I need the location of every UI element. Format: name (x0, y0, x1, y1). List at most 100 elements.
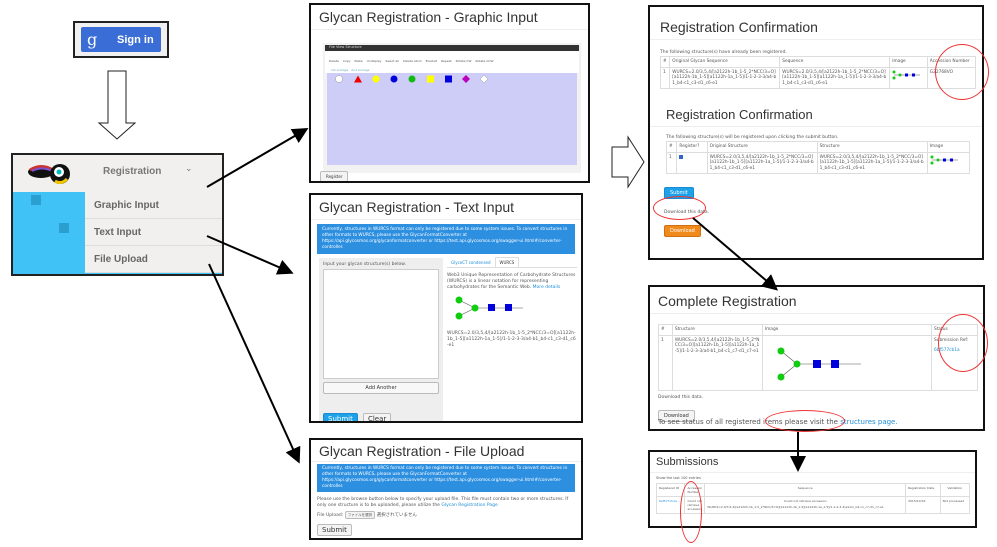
col-validation: Validation (939, 483, 971, 497)
info-alert: Currently, structures in WURCS format ca… (317, 464, 575, 492)
register-checkbox[interactable] (676, 151, 708, 174)
google-g-icon: g (87, 30, 98, 49)
sign-in-frame: g Sign in (73, 21, 169, 58)
complete-registration-screenshot: Complete Registration # Structure Image Sta… (648, 285, 985, 431)
add-another-button[interactable]: Add Another (323, 382, 439, 394)
menu-item-text-input[interactable]: Text Input (85, 219, 222, 246)
glycan-structure-image (455, 296, 523, 320)
background-pattern (31, 195, 41, 205)
cell: WURCS=2.0/3,5,4/[a2122h-1b_1-5_2*NCC/3=O… (779, 66, 891, 89)
cell: 1 (658, 334, 673, 391)
sign-in-label: Sign in (117, 33, 154, 46)
tool-select-all[interactable]: Select all (385, 59, 399, 67)
complete-table: # Structure Image Status 1 WURCS=2.0/3,5,4/[… (658, 324, 978, 391)
entries-note: Show the last 100 entries (656, 476, 701, 480)
hollow-down-arrow-icon (97, 70, 137, 140)
table-row: 1 WURCS=2.0/3,5,4/[a2122h-1b_1-5_2*NCC/3=… (659, 66, 977, 89)
sequence-text: WURCS=2.0/3,5,4/[a2122h-1b_1-5_2*NCC/3=O… (707, 505, 884, 509)
table-row: 6af577cb1a... Could not retrieve accessio… (655, 496, 971, 514)
cell: Could not retrieve accession WURCS=2.0/3,… (704, 496, 907, 514)
table-header: # Register? Original Structure Structure Ima… (665, 141, 971, 153)
tool-undisplay[interactable]: Undisplay (367, 59, 382, 67)
tool-rotate-cw[interactable]: Rotate CW (456, 59, 472, 67)
clear-button[interactable]: Clear (362, 413, 392, 421)
registration-menu-toggle[interactable]: Registration (103, 166, 161, 177)
yellow-square-icon (427, 75, 434, 83)
cell: 1 (665, 151, 678, 174)
col-sequence: Sequence (704, 483, 907, 497)
header-bar: Registration ⌄ (13, 155, 222, 192)
highlight-status (938, 314, 988, 372)
tab-glycoct[interactable]: GlycoCT condensed (447, 258, 495, 267)
red-triangle-icon (354, 75, 362, 83)
menu-file[interactable]: File (329, 45, 335, 49)
glycan-textarea[interactable] (323, 269, 439, 379)
cell: 1 (659, 66, 671, 89)
submissions-table: Registered ID Accession Number Sequence Reg… (655, 483, 971, 514)
glycan-thumbnail (926, 151, 971, 174)
structures-page-link[interactable]: structures page. (840, 418, 897, 426)
cell: WURCS=2.0/3,5,4/[a2122h-1b_1-5_2*NCC/3=O… (816, 151, 928, 174)
menu-item-graphic-input[interactable]: Graphic Input (85, 192, 222, 219)
table-row: 1 WURCS=2.0/3,5,4/[a2122h-1b_1-5_2*NCC/3=… (658, 334, 978, 391)
cell: Not processed (939, 496, 971, 514)
col-image: Image (926, 141, 971, 153)
editor-toolbar: Delete Copy Paste Undisplay Select all Delete… (325, 51, 579, 67)
highlight-submit (653, 196, 706, 220)
tool-rotate-ccw[interactable]: Rotate CCW (476, 59, 494, 67)
wurcs-example: WURCS=2.0/3,5,4/[a2122h-1b_1-5_2*NCC/3=O… (447, 331, 576, 348)
download-note: Download this data. (658, 394, 704, 400)
more-details-link[interactable]: More details (533, 285, 561, 290)
tool-delete[interactable]: Delete (329, 59, 339, 67)
highlight-accession-number (935, 44, 989, 100)
glycan-registration-page-link[interactable]: Glycan Registration Page (441, 503, 497, 508)
chevron-down-icon[interactable]: ⌄ (185, 164, 193, 174)
col-date: Registration Date (905, 483, 941, 497)
tab-2nd-linkage[interactable]: 2nd Linkage (351, 68, 369, 72)
tool-delete-atom[interactable]: Delete atom (403, 59, 422, 67)
col-number: # (658, 324, 673, 336)
col-structure: Structure (816, 141, 928, 153)
tool-copy[interactable]: Copy (343, 59, 351, 67)
choose-file-button[interactable]: ファイルを選択 (344, 511, 376, 519)
tool-repeat[interactable]: Repeat (441, 59, 452, 67)
registered-table: # Original Glycan Sequence Sequence Image Ac… (659, 56, 977, 89)
download-button[interactable]: Download (664, 225, 701, 237)
col-structure: Structure (671, 324, 763, 336)
tab-1st-linkage[interactable]: 1st Linkage (331, 68, 348, 72)
hollow-right-arrow-icon (611, 135, 645, 189)
menu-item-file-upload[interactable]: File Upload (85, 246, 222, 273)
submit-button[interactable]: Submit (317, 524, 352, 536)
registration-confirmation-screenshot: Registration Confirmation The following … (648, 5, 984, 260)
yellow-circle-icon (372, 75, 380, 83)
tool-bracket[interactable]: Bracket (426, 59, 437, 67)
col-register: Register? (676, 141, 708, 153)
editor: File View Structure Delete Copy Paste Undis… (323, 43, 581, 173)
page-title: Registration Confirmation (650, 7, 982, 40)
register-button[interactable]: Register (320, 171, 349, 181)
tool-paste[interactable]: Paste (354, 59, 362, 67)
page-title: Glycan Registration - Graphic Input (311, 5, 588, 30)
menu-view[interactable]: View (336, 45, 344, 49)
col-sequence: Sequence (779, 56, 891, 68)
will-register-note: The following structure(s) will be regis… (666, 135, 839, 140)
pending-table: # Register? Original Structure Structure Ima… (665, 141, 971, 174)
menu-structure[interactable]: Structure (345, 45, 361, 49)
input-well: Input your glycan structure(s) below. Ad… (319, 258, 443, 421)
col-original: Original Structure (706, 141, 818, 153)
cell: WURCS=2.0/3,5,4/[a2122h-1b_1-5_2*NCC/3=O… (669, 66, 781, 89)
col-number: # (665, 141, 678, 153)
background-pattern (59, 223, 69, 233)
drawing-canvas[interactable] (327, 73, 577, 165)
cell: WURCS=2.0/3,5,4/[a2122h-1b_1-5_2*NCC/3=O… (671, 334, 763, 391)
submit-button[interactable]: Submit (323, 413, 358, 421)
tab-wurcs[interactable]: WURCS (494, 257, 520, 267)
glycan-structure-image (761, 334, 933, 391)
table-header: Registered ID Accession Number Sequence Reg… (655, 483, 971, 497)
section-title: Registration Confirmation (650, 89, 982, 127)
registered-note: The following structure(s) have already … (660, 50, 787, 55)
monosaccharide-palette[interactable] (331, 74, 531, 84)
blue-square-icon (445, 75, 452, 83)
input-label: Input your glycan structure(s) below. (323, 262, 406, 267)
google-sign-in-button[interactable]: g Sign in (81, 27, 161, 52)
